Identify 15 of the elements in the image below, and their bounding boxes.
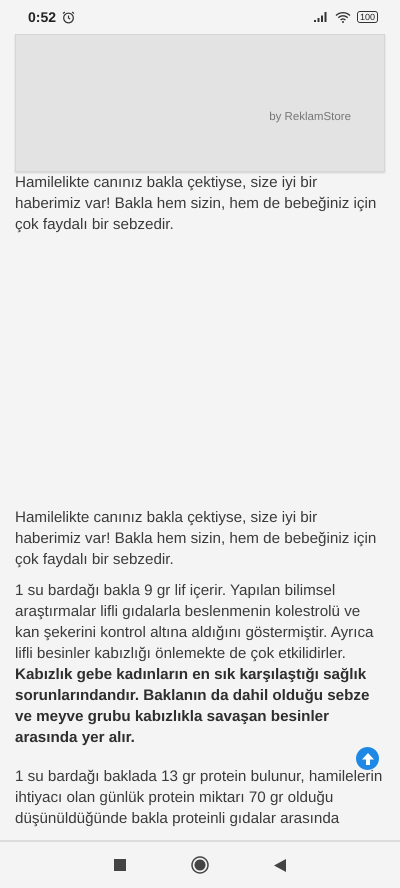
scroll-to-top-button[interactable] — [356, 747, 379, 770]
ad-label: by ReklamStore — [269, 111, 351, 123]
paragraph: Hamilelikte canınız bakla çektiyse, size iyi bir haberimiz var! Bakla hem sizin, hem de bebeğiniz için çok faydalı bir sebzedir. — [15, 173, 378, 235]
wifi-icon — [334, 11, 351, 23]
signal-icon — [314, 12, 329, 22]
back-button[interactable] — [274, 858, 286, 872]
ad-banner[interactable]: by ReklamStore — [15, 34, 385, 172]
home-button[interactable] — [191, 856, 209, 874]
alarm-icon — [62, 10, 76, 24]
paragraph: 1 su bardağı baklada 13 gr protein bulunur, hamilelerin ihtiyacı olan günlük protein miktarı 70 gr olduğu düşünüldüğünde bakla proteinli gıdalar arasında — [15, 767, 384, 829]
battery-icon: 100 — [356, 11, 378, 23]
status-time: 0:52 — [28, 9, 56, 25]
paragraph: Hamilelikte canınız bakla çektiyse, size iyi bir haberimiz var! Bakla hem sizin, hem de bebeğiniz için çok faydalı bir sebzedir. — [15, 508, 378, 570]
paragraph: 1 su bardağı bakla 9 gr lif içerir. Yapılan bilimsel araştırmalar lifli gıdalarla beslenmenin kolestrolü ve kan şekerini kontrol altına aldığını göstermiştir. Ayrıca lifli besinler kabızlığı önlemekte de çok etkilidirler. Kabızlık gebe kadınların en sık karşılaştığı sağlık sorunlarındandır. Baklanın da dahil olduğu sebze ve meyve grubu kabızlıkla savaşan besinler arasında yer alır. — [15, 581, 374, 748]
up-arrow-icon — [360, 750, 376, 766]
